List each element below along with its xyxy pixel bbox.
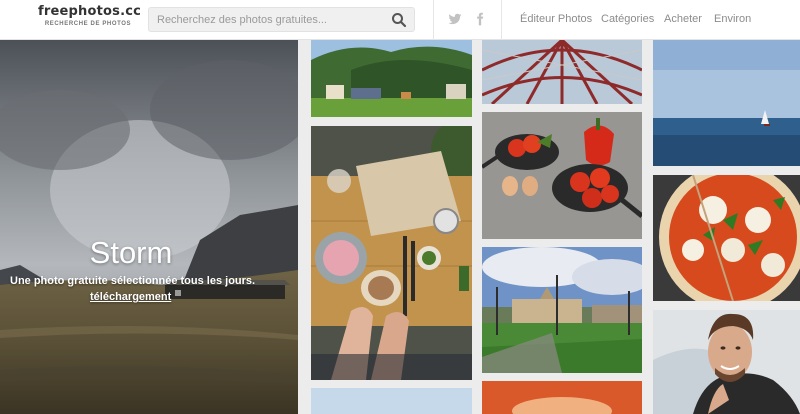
site-logo[interactable]: freephotos.cc RECHERCHE DE PHOTOS bbox=[38, 4, 141, 27]
photo-tile-portrait[interactable] bbox=[653, 310, 800, 414]
ferris-wheel-image bbox=[482, 40, 642, 104]
plaza-image bbox=[482, 247, 642, 373]
hero-storm-photo[interactable]: Storm Une photo gratuite sélectionnée to… bbox=[0, 40, 298, 414]
nav-buy[interactable]: Acheter bbox=[664, 13, 702, 25]
photo-tile-plaza[interactable] bbox=[482, 247, 642, 373]
hero-title: Storm bbox=[89, 235, 173, 270]
photo-tile-ferris-wheel[interactable] bbox=[482, 40, 642, 104]
search-bar bbox=[148, 7, 415, 32]
cafe-table-image bbox=[311, 126, 472, 380]
download-link[interactable]: téléchargement bbox=[90, 291, 171, 303]
logo-text[interactable]: freephotos.cc bbox=[38, 4, 141, 19]
portrait-image bbox=[653, 310, 800, 414]
photo-tile-sky[interactable] bbox=[311, 388, 472, 414]
sky-image bbox=[311, 388, 472, 414]
header-divider bbox=[501, 0, 502, 40]
storm-landscape-image bbox=[0, 40, 298, 414]
village-image bbox=[311, 40, 472, 117]
nav-about[interactable]: Environ bbox=[714, 13, 751, 25]
photo-tile-pizza[interactable] bbox=[653, 175, 800, 301]
twitter-icon[interactable] bbox=[448, 12, 462, 26]
hero-subtitle: Une photo gratuite sélectionnée tous les… bbox=[10, 275, 256, 287]
search-input[interactable] bbox=[157, 12, 387, 28]
nav-categories[interactable]: Catégories bbox=[601, 13, 654, 25]
search-icon[interactable] bbox=[391, 12, 407, 28]
photo-tile-tomatoes[interactable] bbox=[482, 112, 642, 239]
nav-photo-editor[interactable]: Éditeur Photos bbox=[520, 13, 592, 25]
top-header: freephotos.cc RECHERCHE DE PHOTOS Éditeu… bbox=[0, 0, 800, 40]
logo-tagline: RECHERCHE DE PHOTOS bbox=[44, 21, 132, 27]
photo-tile-sea[interactable] bbox=[653, 40, 800, 166]
facebook-icon[interactable] bbox=[473, 12, 487, 26]
tomatoes-pan-image bbox=[482, 112, 642, 239]
photo-tile-cafe-table[interactable] bbox=[311, 126, 472, 380]
header-divider bbox=[433, 0, 434, 40]
photo-tile-orange[interactable] bbox=[482, 381, 642, 414]
sea-image bbox=[653, 40, 800, 166]
pizza-image bbox=[653, 175, 800, 301]
photo-tile-village[interactable] bbox=[311, 40, 472, 117]
orange-image bbox=[482, 381, 642, 414]
